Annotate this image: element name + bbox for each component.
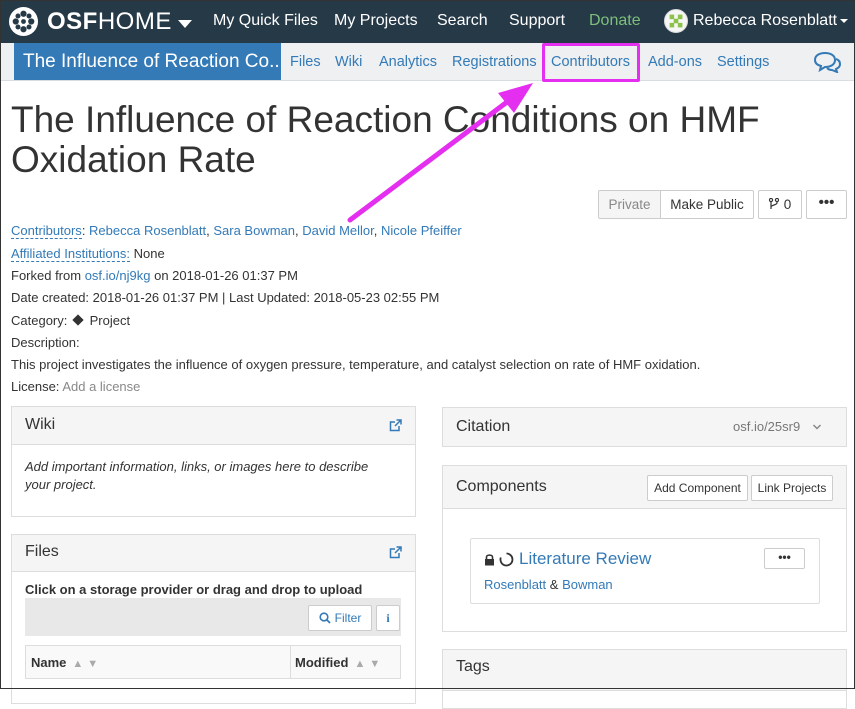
project-navbar: The Influence of Reaction Co... Files Wi… bbox=[0, 43, 855, 81]
wiki-panel-header: Wiki bbox=[12, 407, 415, 445]
component-author-link[interactable]: Bowman bbox=[562, 577, 613, 592]
user-menu[interactable]: Rebecca Rosenblatt bbox=[664, 9, 849, 33]
affiliated-value: None bbox=[133, 246, 165, 261]
files-panel: Files Click on a storage provider or dra… bbox=[11, 534, 416, 704]
category-value: Project bbox=[89, 313, 131, 328]
private-button[interactable]: Private bbox=[598, 190, 661, 219]
avatar bbox=[664, 9, 688, 33]
affiliated-line: Affiliated Institutions: None bbox=[11, 246, 165, 262]
tab-analytics[interactable]: Analytics bbox=[379, 54, 437, 70]
tab-registrations[interactable]: Registrations bbox=[452, 54, 537, 70]
forked-from-link[interactable]: osf.io/nj9kg bbox=[85, 268, 151, 283]
component-title-link[interactable]: Literature Review bbox=[519, 549, 651, 569]
category-label: Category: bbox=[11, 313, 68, 328]
tags-panel: Tags bbox=[442, 649, 847, 709]
files-instruction: Click on a storage provider or drag and … bbox=[25, 582, 363, 597]
license-label: License: bbox=[11, 379, 60, 394]
contributors-label[interactable]: Contributors bbox=[11, 223, 82, 239]
brand-osf: OSF bbox=[47, 7, 98, 35]
search-icon bbox=[319, 612, 331, 624]
top-navbar: OSFHOME My Quick Files My Projects Searc… bbox=[0, 0, 855, 43]
forked-line: Forked from osf.io/nj9kg on 2018-01-26 0… bbox=[11, 268, 298, 283]
brand-caret-icon[interactable] bbox=[177, 19, 192, 28]
nav-donate[interactable]: Donate bbox=[589, 12, 641, 30]
lock-icon bbox=[485, 554, 494, 566]
column-modified-label: Modified bbox=[295, 655, 349, 670]
external-link-icon[interactable] bbox=[389, 419, 402, 432]
loading-icon bbox=[499, 552, 514, 567]
fork-icon bbox=[768, 197, 779, 209]
files-table-header: Name ▲▼ Modified ▲▼ bbox=[25, 645, 401, 679]
category-line: Category: Project bbox=[11, 313, 130, 328]
column-modified[interactable]: Modified ▲▼ bbox=[295, 655, 384, 670]
comments-icon[interactable] bbox=[813, 51, 841, 73]
wiki-panel-title: Wiki bbox=[25, 416, 56, 433]
user-caret-icon bbox=[840, 19, 849, 23]
fork-count: 0 bbox=[783, 197, 792, 212]
tab-wiki[interactable]: Wiki bbox=[335, 54, 362, 70]
forked-prefix: Forked from bbox=[11, 268, 82, 283]
nav-search[interactable]: Search bbox=[437, 12, 488, 30]
sort-arrows-icon[interactable]: ▲▼ bbox=[354, 658, 384, 670]
affiliated-label[interactable]: Affiliated Institutions: bbox=[11, 246, 130, 262]
files-panel-title: Files bbox=[25, 543, 59, 560]
filter-button[interactable]: Filter bbox=[308, 605, 372, 631]
citation-link[interactable]: osf.io/25sr9 bbox=[733, 419, 800, 434]
column-name[interactable]: Name ▲▼ bbox=[31, 655, 102, 670]
component-more-button[interactable]: ••• bbox=[764, 548, 805, 569]
nav-support[interactable]: Support bbox=[509, 12, 565, 30]
contributors-line: Contributors: Rebecca Rosenblatt, Sara B… bbox=[11, 223, 462, 239]
citation-title: Citation bbox=[456, 418, 511, 435]
contributor-link[interactable]: Nicole Pfeiffer bbox=[381, 223, 462, 238]
nav-my-projects[interactable]: My Projects bbox=[334, 12, 418, 30]
tab-settings[interactable]: Settings bbox=[717, 54, 769, 70]
component-author-link[interactable]: Rosenblatt bbox=[484, 577, 546, 592]
cube-icon bbox=[72, 314, 84, 326]
components-title: Components bbox=[456, 478, 547, 495]
page-title: The Influence of Reaction Conditions on … bbox=[11, 99, 760, 180]
component-item: Literature Review ••• Rosenblatt & Bowma… bbox=[470, 538, 820, 604]
contributor-link[interactable]: David Mellor bbox=[302, 223, 374, 238]
column-name-label: Name bbox=[31, 655, 67, 670]
components-panel-header: Components Add Component Link Projects bbox=[443, 466, 846, 509]
tags-title: Tags bbox=[456, 658, 490, 675]
fork-button[interactable]: 0 bbox=[758, 190, 802, 219]
components-panel: Components Add Component Link Projects L… bbox=[442, 465, 847, 632]
contributors-highlight-box bbox=[542, 43, 640, 82]
external-link-icon[interactable] bbox=[389, 546, 402, 559]
sort-arrows-icon[interactable]: ▲▼ bbox=[72, 658, 102, 670]
filter-label: Filter bbox=[334, 611, 362, 625]
component-authors: Rosenblatt & Bowman bbox=[484, 577, 613, 592]
tags-panel-header: Tags bbox=[443, 650, 846, 691]
add-license-link[interactable]: Add a license bbox=[62, 379, 140, 394]
forked-suffix: on 2018-01-26 01:37 PM bbox=[154, 268, 298, 283]
brand-home: HOME bbox=[97, 7, 172, 35]
user-name: Rebecca Rosenblatt bbox=[693, 12, 838, 29]
contributor-link[interactable]: Sara Bowman bbox=[213, 223, 295, 238]
more-options-button[interactable]: ••• bbox=[806, 190, 847, 219]
chevron-down-icon[interactable] bbox=[812, 423, 822, 431]
make-public-button[interactable]: Make Public bbox=[660, 190, 754, 219]
osf-logo-icon bbox=[8, 6, 39, 37]
tab-add-ons[interactable]: Add-ons bbox=[648, 54, 702, 70]
wiki-panel: Wiki Add important information, links, o… bbox=[11, 406, 416, 517]
project-title-tab[interactable]: The Influence of Reaction Co... bbox=[14, 43, 281, 80]
add-component-button[interactable]: Add Component bbox=[647, 475, 748, 501]
citation-panel[interactable]: Citation osf.io/25sr9 bbox=[442, 407, 847, 447]
info-button[interactable]: i bbox=[376, 605, 400, 631]
description-label: Description: bbox=[11, 335, 80, 350]
tab-files[interactable]: Files bbox=[290, 54, 321, 70]
author-separator: & bbox=[549, 577, 559, 592]
wiki-placeholder: Add important information, links, or ima… bbox=[25, 459, 369, 492]
link-projects-button[interactable]: Link Projects bbox=[751, 475, 833, 501]
contributor-link[interactable]: Rebecca Rosenblatt bbox=[89, 223, 206, 238]
files-toolbar: Filter i bbox=[25, 598, 401, 636]
date-line: Date created: 2018-01-26 01:37 PM | Last… bbox=[11, 290, 440, 305]
license-line: License: Add a license bbox=[11, 379, 140, 394]
osf-home-brand[interactable]: OSFHOME bbox=[8, 6, 192, 37]
files-panel-header: Files bbox=[12, 535, 415, 572]
nav-my-quick-files[interactable]: My Quick Files bbox=[213, 12, 318, 30]
description-text: This project investigates the influence … bbox=[11, 357, 701, 372]
